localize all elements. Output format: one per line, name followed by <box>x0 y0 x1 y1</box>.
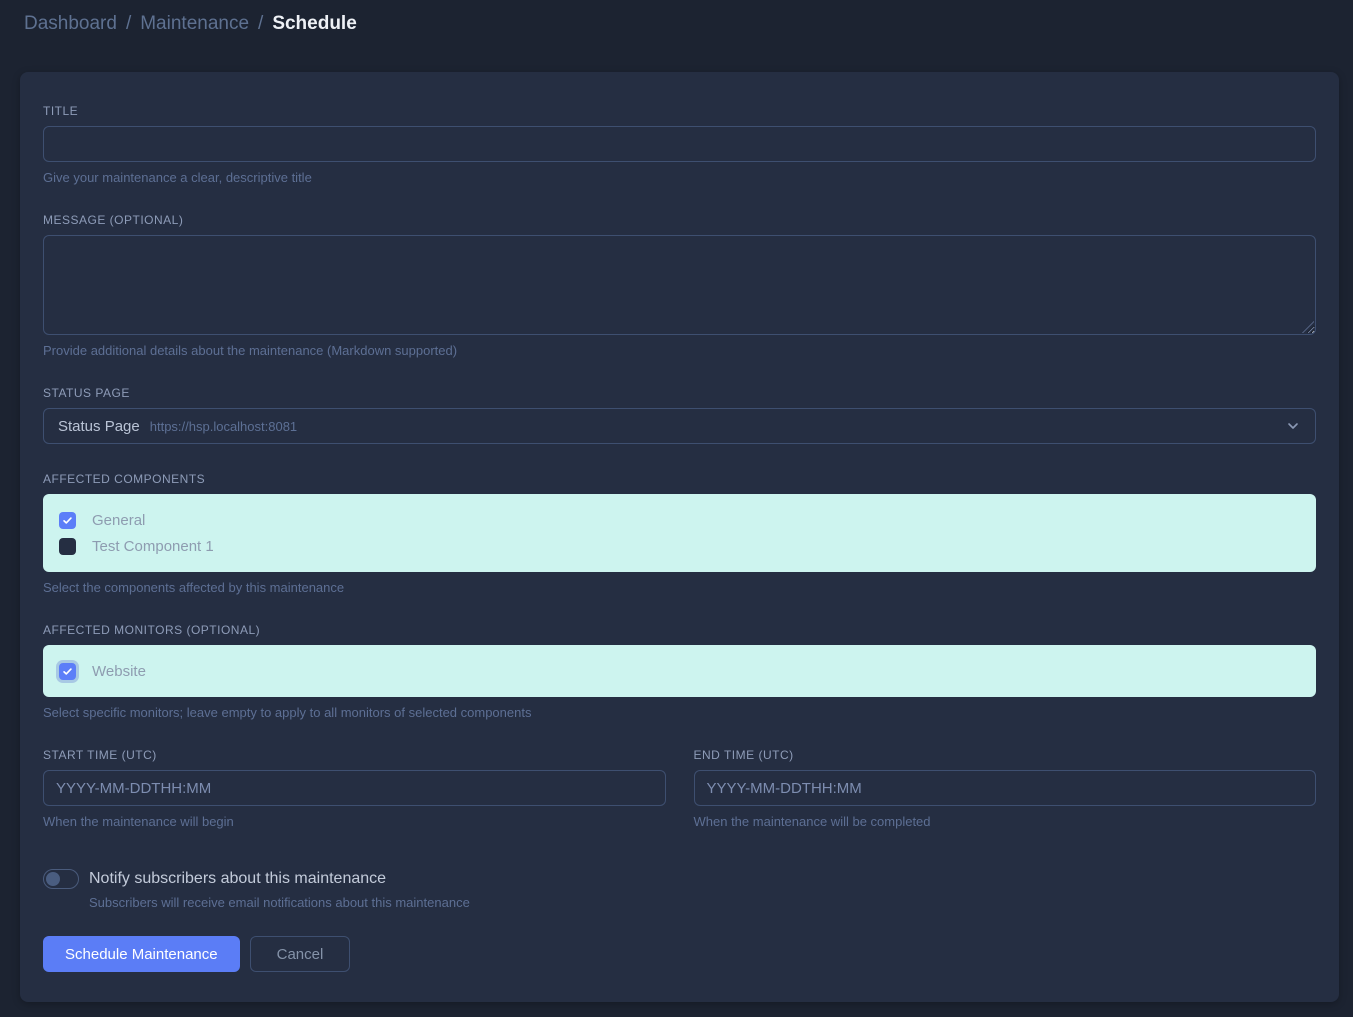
affected-components-box: General Test Component 1 <box>43 494 1316 572</box>
toggle-knob <box>46 872 60 886</box>
start-time-input[interactable] <box>43 770 666 806</box>
times-grid: START TIME (UTC) When the maintenance wi… <box>43 748 1316 829</box>
status-page-selected-name: Status Page <box>58 418 140 435</box>
monitor-option-label: Website <box>92 663 146 680</box>
notify-subscribers-toggle[interactable] <box>43 869 79 889</box>
affected-monitors-helper-text: Select specific monitors; leave empty to… <box>43 705 1316 720</box>
checkbox-checked-icon[interactable] <box>59 663 76 680</box>
affected-components-label: AFFECTED COMPONENTS <box>43 472 1316 486</box>
end-time-helper-text: When the maintenance will be completed <box>694 814 1317 829</box>
title-field-group: TITLE Give your maintenance a clear, des… <box>43 104 1316 185</box>
schedule-maintenance-button[interactable]: Schedule Maintenance <box>43 936 240 972</box>
component-option-label: General <box>92 512 145 529</box>
component-option-label: Test Component 1 <box>92 538 214 555</box>
status-page-label: STATUS PAGE <box>43 386 1316 400</box>
component-option-test-component-1[interactable]: Test Component 1 <box>59 533 1300 559</box>
title-label: TITLE <box>43 104 1316 118</box>
affected-monitors-label: AFFECTED MONITORS (OPTIONAL) <box>43 623 1316 637</box>
checkbox-unchecked-icon[interactable] <box>59 538 76 555</box>
breadcrumb-dashboard[interactable]: Dashboard <box>24 13 117 35</box>
notify-subscribers-helper-text: Subscribers will receive email notificat… <box>89 895 1316 910</box>
title-input[interactable] <box>43 126 1316 162</box>
title-helper-text: Give your maintenance a clear, descripti… <box>43 170 1316 185</box>
monitor-option-website[interactable]: Website <box>59 658 1300 684</box>
breadcrumb-current-schedule: Schedule <box>272 13 356 35</box>
cancel-button[interactable]: Cancel <box>250 936 351 972</box>
message-helper-text: Provide additional details about the mai… <box>43 343 1316 358</box>
message-field-group: MESSAGE (OPTIONAL) Provide additional de… <box>43 213 1316 358</box>
message-textarea[interactable] <box>43 235 1316 335</box>
start-time-helper-text: When the maintenance will begin <box>43 814 666 829</box>
affected-components-helper-text: Select the components affected by this m… <box>43 580 1316 595</box>
affected-monitors-box: Website <box>43 645 1316 697</box>
breadcrumb-separator: / <box>258 13 263 35</box>
chevron-down-icon <box>1285 418 1301 434</box>
start-time-label: START TIME (UTC) <box>43 748 666 762</box>
message-label: MESSAGE (OPTIONAL) <box>43 213 1316 227</box>
start-time-field-group: START TIME (UTC) When the maintenance wi… <box>43 748 666 829</box>
end-time-input[interactable] <box>694 770 1317 806</box>
top-header: Dashboard / Maintenance / Schedule <box>0 0 1353 48</box>
breadcrumb-separator: / <box>126 13 131 35</box>
notify-subscribers-label: Notify subscribers about this maintenanc… <box>89 870 386 888</box>
status-page-field-group: STATUS PAGE Status Page https://hsp.loca… <box>43 386 1316 444</box>
form-actions: Schedule Maintenance Cancel <box>43 936 1316 972</box>
notify-subscribers-group: Notify subscribers about this maintenanc… <box>43 869 1316 910</box>
breadcrumb: Dashboard / Maintenance / Schedule <box>24 13 357 35</box>
affected-components-field-group: AFFECTED COMPONENTS General Test Compone… <box>43 472 1316 595</box>
affected-monitors-field-group: AFFECTED MONITORS (OPTIONAL) Website Sel… <box>43 623 1316 720</box>
status-page-selected-url: https://hsp.localhost:8081 <box>150 419 297 434</box>
end-time-field-group: END TIME (UTC) When the maintenance will… <box>694 748 1317 829</box>
checkbox-checked-icon[interactable] <box>59 512 76 529</box>
component-option-general[interactable]: General <box>59 507 1300 533</box>
end-time-label: END TIME (UTC) <box>694 748 1317 762</box>
breadcrumb-maintenance[interactable]: Maintenance <box>140 13 249 35</box>
schedule-maintenance-form-card: TITLE Give your maintenance a clear, des… <box>20 72 1339 1002</box>
status-page-select[interactable]: Status Page https://hsp.localhost:8081 <box>43 408 1316 444</box>
